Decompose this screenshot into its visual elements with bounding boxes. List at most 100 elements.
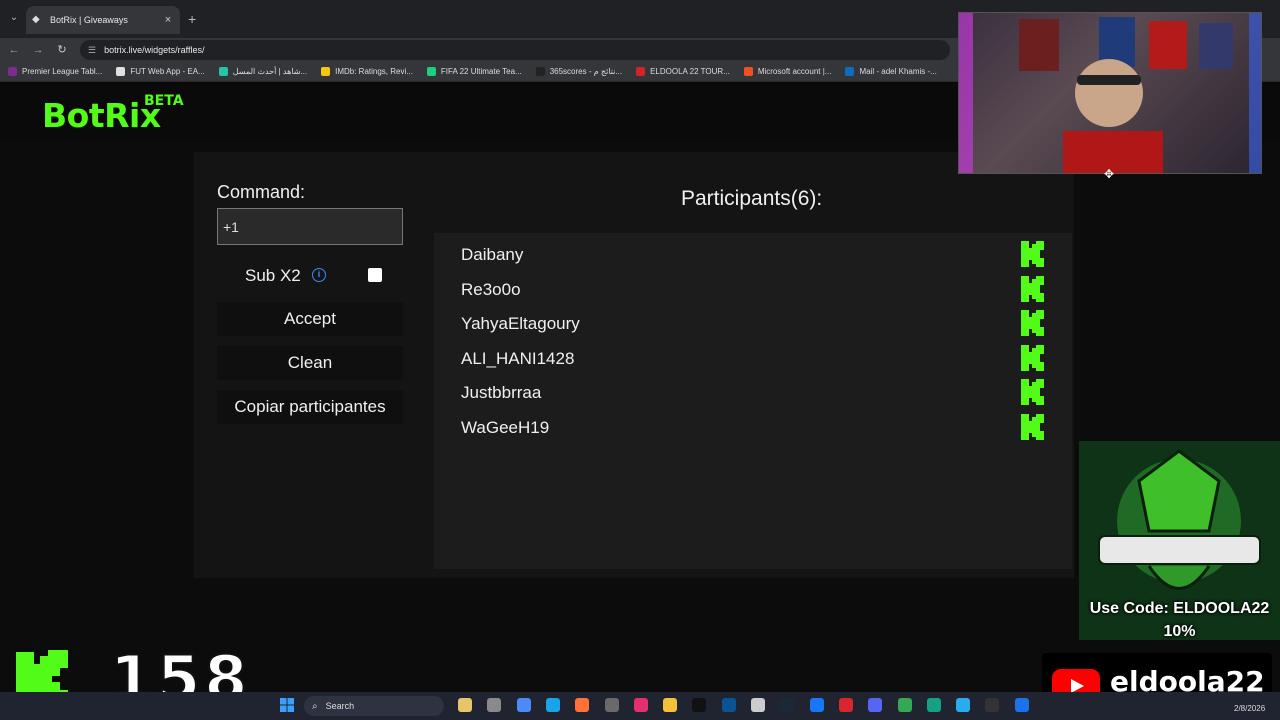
taskbar-app-icon[interactable] [926, 698, 941, 712]
accept-button[interactable]: Accept [217, 302, 403, 336]
bookmark-item[interactable]: Premier League Tabl... [8, 67, 102, 76]
kick-platform-icon [1021, 310, 1044, 337]
kick-platform-icon [1021, 379, 1044, 406]
participant-name: YahyaEltagoury [461, 314, 580, 334]
botrix-logo[interactable]: BotRix [42, 96, 161, 135]
beta-badge: BETA [144, 93, 184, 109]
bookmark-label: IMDb: Ratings, Revi... [335, 67, 413, 76]
bookmark-favicon-icon [426, 67, 436, 76]
forward-icon[interactable]: → [30, 42, 46, 58]
reload-icon[interactable]: ↻ [54, 42, 70, 58]
bookmark-label: شاهد | أحدث المسل... [232, 67, 308, 76]
bookmark-label: FUT Web App - EA... [130, 67, 205, 76]
bookmark-item[interactable]: IMDb: Ratings, Revi... [321, 67, 413, 76]
participants-title: Participants(6): [681, 187, 823, 210]
bookmark-label: FIFA 22 Ultimate Tea... [440, 67, 522, 76]
participant-row: Re3o0o [434, 272, 1072, 306]
bookmark-item[interactable]: FUT Web App - EA... [116, 67, 205, 76]
participants-list: Daibany Re3o0o YahyaEltagoury ALI_HANI1428 J… [434, 233, 1072, 569]
bookmark-item[interactable]: FIFA 22 Ultimate Tea... [426, 67, 522, 76]
sub-x2-checkbox[interactable] [368, 268, 382, 282]
kick-platform-icon [1021, 275, 1044, 302]
taskbar-app-icon[interactable] [956, 698, 971, 712]
taskbar-app-icon[interactable] [692, 698, 707, 712]
participant-row: Justbbrraa [434, 375, 1072, 409]
bookmark-favicon-icon [321, 67, 331, 76]
bookmark-label: Mail - adel Khamis -... [859, 67, 937, 76]
bookmark-favicon-icon [743, 67, 753, 76]
taskbar-app-icon[interactable] [458, 698, 472, 712]
close-icon[interactable]: × [162, 14, 174, 26]
search-label: Search [325, 701, 355, 711]
taskbar-app-icon[interactable] [780, 698, 795, 712]
back-icon[interactable]: ← [6, 42, 22, 58]
participant-name: WaGeeH19 [461, 418, 550, 437]
windows-taskbar: ⌕ Search 2/8/2026 [0, 692, 1280, 720]
url-text: botrix.live/widgets/raffles/ [104, 45, 205, 55]
taskbar-app-icon[interactable] [633, 698, 648, 712]
participant-row: ALI_HANI1428 [434, 341, 1072, 375]
participant-row: WaGeeH19 [434, 410, 1072, 444]
taskbar-app-icon[interactable] [487, 698, 502, 712]
cursor-icon: ✥ [1104, 167, 1115, 181]
taskbar-app-icon[interactable] [897, 698, 912, 712]
site-info-icon[interactable]: ☰ [88, 45, 96, 56]
taskbar-app-icon[interactable] [985, 698, 1000, 712]
bookmark-favicon-icon [636, 67, 646, 76]
botrix-favicon-icon: ◆ [32, 14, 40, 25]
windows-start-icon[interactable] [280, 698, 294, 712]
search-icon: ⌕ [312, 700, 318, 712]
participant-name: ALI_HANI1428 [461, 348, 575, 368]
participant-name: Justbbrraa [461, 383, 542, 403]
taskbar-app-icon[interactable] [809, 698, 824, 712]
bookmark-favicon-icon [116, 67, 126, 76]
copy-participants-button[interactable]: Copiar participantes [217, 390, 403, 424]
bookmark-favicon-icon [218, 67, 228, 76]
taskbar-app-icon[interactable] [516, 698, 531, 712]
discount-text: 10% [1163, 623, 1196, 640]
bookmark-favicon-icon [535, 67, 545, 76]
participant-row: Daibany [434, 237, 1072, 271]
participant-name: Daibany [461, 245, 524, 264]
taskbar-app-icon[interactable] [838, 698, 853, 712]
bookmark-label: ELDOOLA 22 TOUR... [650, 67, 730, 76]
taskbar-search[interactable]: ⌕ Search [304, 696, 444, 716]
taskbar-app-icon[interactable] [575, 698, 590, 712]
bookmark-favicon-icon [845, 67, 855, 76]
taskbar-app-icon[interactable] [545, 698, 560, 712]
tab-search-icon[interactable]: ⌄ [6, 10, 22, 26]
bookmark-item[interactable]: 365scores - نتائج م... [535, 67, 623, 76]
new-tab-icon[interactable]: + [188, 12, 196, 26]
sub-x2-label: Sub X2 [245, 266, 301, 285]
taskbar-app-icon[interactable] [604, 698, 619, 712]
command-label: Command: [217, 182, 306, 202]
webcam-overlay [958, 12, 1262, 174]
tab-title: BotRix | Giveaways [50, 15, 128, 25]
kick-platform-icon [1021, 241, 1044, 267]
participant-name: Re3o0o [461, 279, 521, 299]
info-icon[interactable]: i [312, 268, 326, 282]
taskbar-app-icon[interactable] [663, 698, 678, 712]
kick-platform-icon [1021, 344, 1044, 371]
kick-platform-icon [1021, 414, 1044, 440]
bookmark-item[interactable]: شاهد | أحدث المسل... [218, 67, 308, 76]
taskbar-app-icon[interactable] [721, 698, 736, 712]
taskbar-app-icon[interactable] [868, 698, 883, 712]
taskbar-app-icon[interactable] [751, 698, 765, 712]
bookmark-item[interactable]: Microsoft account |... [743, 67, 832, 76]
command-input[interactable] [217, 208, 403, 245]
participant-row: YahyaEltagoury [434, 306, 1072, 340]
bookmark-label: Premier League Tabl... [22, 67, 103, 76]
browser-tab[interactable]: ◆ BotRix | Giveaways × [26, 6, 180, 34]
clean-button[interactable]: Clean [217, 346, 403, 380]
bookmark-item[interactable]: Mail - adel Khamis -... [845, 67, 937, 76]
raffle-panel: Command: Sub X2 i Accept Clean Copiar pa… [194, 152, 1074, 578]
bookmark-label: Microsoft account |... [757, 67, 832, 76]
bookmark-label: 365scores - نتائج م... [549, 67, 623, 76]
bookmark-favicon-icon [8, 67, 17, 76]
taskbar-date: 2/8/2026 [1234, 704, 1266, 713]
bookmark-item[interactable]: ELDOOLA 22 TOUR... [636, 67, 730, 76]
taskbar-app-icon[interactable] [1014, 698, 1029, 712]
address-bar[interactable]: ☰ botrix.live/widgets/raffles/ [80, 40, 950, 60]
promo-code-text: Use Code: ELDOOLA22 [1089, 600, 1270, 617]
